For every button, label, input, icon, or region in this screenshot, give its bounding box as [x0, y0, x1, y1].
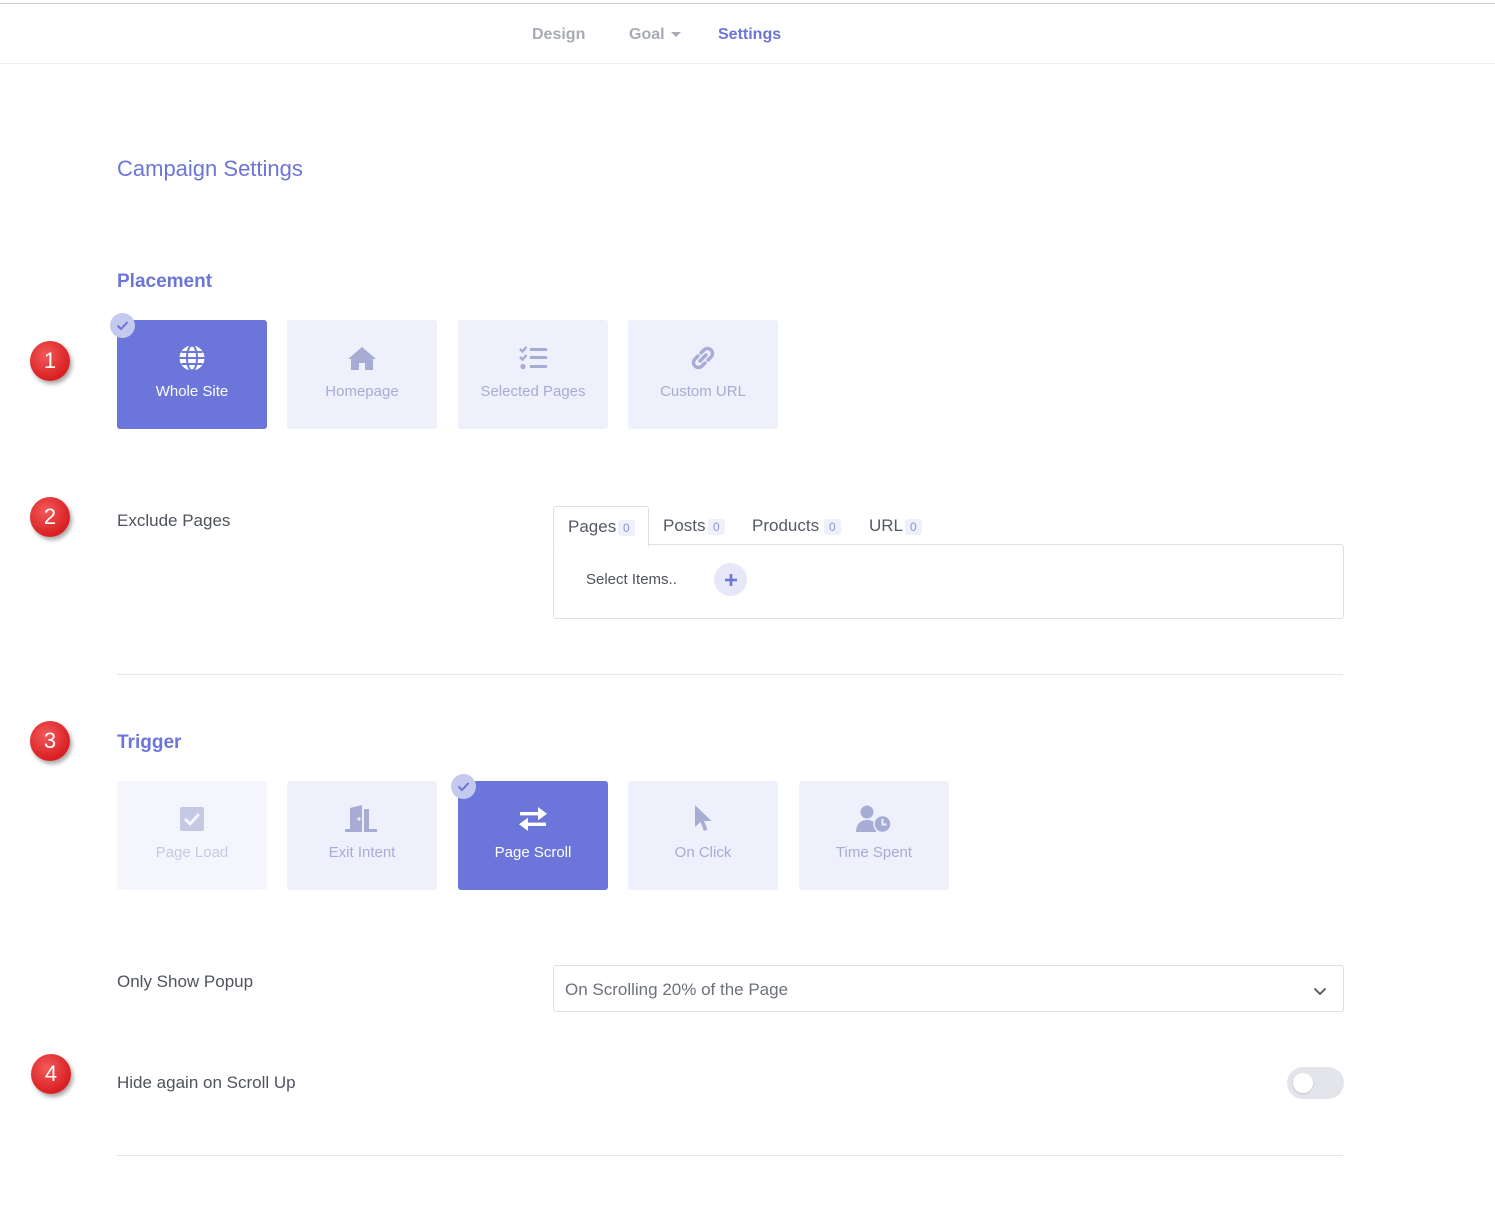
step-badge-1: 1 [30, 341, 70, 381]
tab-posts-label: Posts [663, 516, 706, 535]
door-exit-icon [287, 805, 437, 833]
tab-posts[interactable]: Posts 0 [663, 506, 737, 545]
tab-url-count: 0 [905, 519, 922, 535]
page-title: Campaign Settings [117, 156, 303, 181]
trigger-page-scroll-label: Page Scroll [494, 844, 572, 861]
toggle-knob [1293, 1073, 1313, 1093]
trigger-page-scroll[interactable]: Page Scroll [458, 781, 608, 890]
trigger-time-spent-label: Time Spent [835, 844, 913, 861]
tab-products-count: 0 [824, 519, 841, 535]
top-nav: Design Goal Settings [0, 4, 1495, 64]
trigger-on-click-label: On Click [674, 844, 732, 861]
hide-scroll-up-label: Hide again on Scroll Up [117, 1073, 296, 1092]
nav-goal-label: Goal [629, 26, 665, 43]
placement-custom-url[interactable]: Custom URL [628, 320, 778, 429]
section-divider [117, 674, 1343, 675]
placement-whole-site-label: Whole Site [155, 383, 229, 400]
checkbox-icon [117, 805, 267, 833]
step-badge-2: 2 [30, 497, 70, 537]
placement-homepage[interactable]: Homepage [287, 320, 437, 429]
step-badge-4: 4 [31, 1054, 71, 1094]
cursor-icon [628, 805, 778, 833]
trigger-page-load[interactable]: Page Load [117, 781, 267, 890]
exclude-pages-label: Exclude Pages [117, 511, 231, 530]
placement-title: Placement [117, 271, 213, 292]
scroll-percentage-select[interactable]: On Scrolling 20% of the Page [553, 965, 1344, 1012]
nav-design[interactable]: Design [532, 26, 585, 44]
tab-pages-count: 0 [618, 520, 635, 536]
scroll-percentage-value: On Scrolling 20% of the Page [565, 980, 789, 999]
chevron-down-icon [1313, 983, 1327, 1001]
nav-goal[interactable]: Goal [629, 26, 681, 44]
tab-products[interactable]: Products 0 [752, 506, 844, 545]
tab-posts-count: 0 [708, 519, 725, 535]
plus-icon [724, 573, 737, 586]
globe-icon [117, 344, 267, 372]
step-badge-3: 3 [30, 721, 70, 761]
trigger-on-click[interactable]: On Click [628, 781, 778, 890]
only-show-label: Only Show Popup [117, 972, 254, 991]
caret-down-icon [670, 32, 681, 38]
tab-pages[interactable]: Pages 0 [553, 506, 649, 547]
hide-scroll-up-toggle[interactable] [1287, 1067, 1344, 1099]
tab-products-label: Products [752, 516, 820, 535]
nav-settings[interactable]: Settings [718, 26, 781, 44]
checklist-icon [458, 344, 608, 372]
trigger-exit-intent[interactable]: Exit Intent [287, 781, 437, 890]
arrows-exchange-icon [458, 805, 608, 833]
section-divider [117, 1155, 1343, 1156]
trigger-time-spent[interactable]: Time Spent [799, 781, 949, 890]
tab-url-label: URL [869, 516, 904, 535]
placement-whole-site[interactable]: Whole Site [117, 320, 267, 429]
trigger-page-load-label: Page Load [155, 844, 229, 861]
exclude-tab-panel: Select Items.. [553, 544, 1344, 619]
user-clock-icon [799, 805, 949, 833]
tab-url[interactable]: URL 0 [869, 506, 929, 545]
home-icon [287, 344, 437, 372]
add-item-button[interactable] [714, 563, 747, 596]
selected-check-icon [110, 313, 135, 338]
trigger-exit-intent-label: Exit Intent [328, 844, 396, 861]
select-items-text: Select Items.. [586, 571, 677, 588]
trigger-title: Trigger [117, 732, 182, 753]
link-icon [628, 344, 778, 372]
selected-check-icon [451, 774, 476, 799]
placement-custom-url-label: Custom URL [660, 383, 746, 400]
tab-pages-label: Pages [568, 517, 617, 536]
placement-homepage-label: Homepage [325, 383, 399, 400]
placement-selected-pages[interactable]: Selected Pages [458, 320, 608, 429]
placement-selected-pages-label: Selected Pages [480, 383, 586, 400]
